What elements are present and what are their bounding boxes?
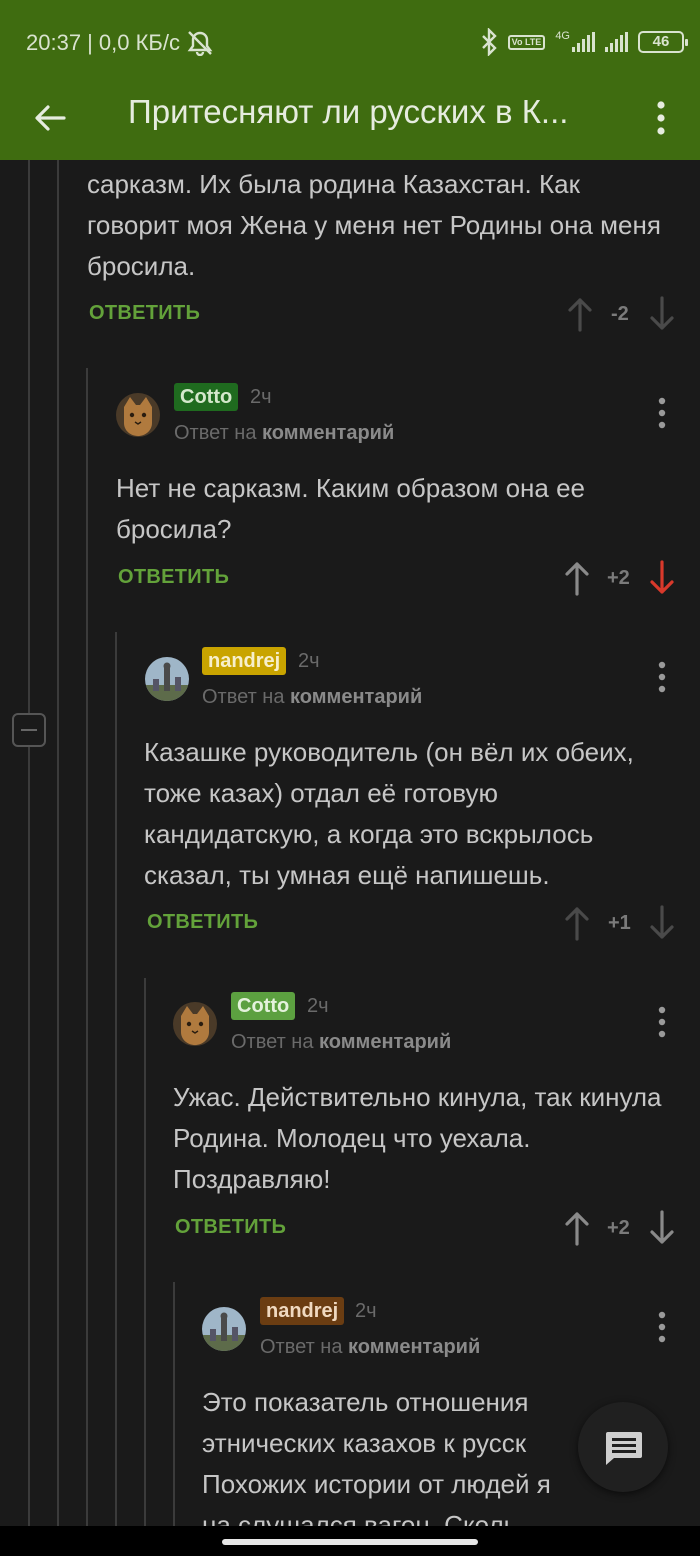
signal-icon-2 [605,32,628,52]
network-type: 4G [555,30,570,42]
comment-time: 2ч [250,386,272,408]
upvote-arrow-icon[interactable] [563,903,591,943]
comment-time: 2ч [307,995,329,1017]
comment-time: 2ч [355,1300,377,1322]
comment-score: -2 [611,303,629,325]
comment-menu-icon[interactable] [652,660,672,694]
comment-text: Нет не сарказм. Каким образом она ее бро… [116,473,586,544]
reply-to-prefix: Ответ на [231,1031,314,1053]
downvote-arrow-icon[interactable] [648,903,676,943]
mute-icon [187,31,213,56]
collapse-thread-icon[interactable] [12,713,46,747]
kebab-menu-icon[interactable] [646,96,676,140]
comment-text: Казашке руководитель (он вёл их обеих, т… [144,737,634,890]
comment-text: Это показатель отношения этнических каза… [202,1387,551,1526]
reply-to-target[interactable]: комментарий [262,422,394,444]
reply-to-target[interactable]: комментарий [290,686,422,708]
bluetooth-icon [481,28,497,56]
reply-to[interactable]: Ответ на комментарий [260,1336,480,1359]
reply-button[interactable]: ОТВЕТИТЬ [118,566,229,589]
battery-icon: 46 [638,31,688,53]
reply-to[interactable]: Ответ на комментарий [174,422,394,445]
upvote-arrow-icon[interactable] [563,1208,591,1248]
downvote-arrow-icon[interactable] [648,294,676,334]
signal-icon [572,32,595,52]
reply-to-target[interactable]: комментарий [319,1031,451,1053]
thread-line [115,632,117,1526]
comment-menu-icon[interactable] [652,396,672,430]
comment-text: сарказм. Их была родина Казахстан. Как г… [87,169,661,281]
status-speed: | 0,0 КБ/с [87,30,180,55]
reply-to-target[interactable]: комментарий [348,1336,480,1358]
username-badge[interactable]: nandrej [202,647,287,675]
username-badge[interactable]: nandrej [260,1297,345,1325]
comment-score: +2 [607,1217,630,1239]
upvote-arrow-icon[interactable] [566,294,594,334]
status-left: 20:37 | 0,0 КБ/с [26,30,214,56]
comment-menu-icon[interactable] [652,1005,672,1039]
downvote-arrow-icon[interactable] [648,1208,676,1248]
comment-icon [606,1432,642,1465]
avatar[interactable] [116,393,160,437]
reply-to[interactable]: Ответ на комментарий [202,686,422,709]
navigation-bar [0,1526,700,1556]
comment-time: 2ч [298,650,320,672]
volte-badge: Vo LTE [507,34,546,50]
thread-line [86,368,88,1526]
status-right: Vo LTE 4G 46 [480,28,688,56]
reply-button[interactable]: ОТВЕТИТЬ [89,302,200,325]
reply-to-prefix: Ответ на [202,686,285,708]
reply-to[interactable]: Ответ на комментарий [231,1031,451,1054]
avatar[interactable] [173,1002,217,1046]
avatar[interactable] [145,657,189,701]
reply-to-prefix: Ответ на [260,1336,343,1358]
reply-to-prefix: Ответ на [174,422,257,444]
username-badge[interactable]: Cotto [231,992,296,1020]
comment-score: +1 [608,912,631,934]
thread-line [28,160,30,1526]
downvote-arrow-icon[interactable] [648,558,676,598]
reply-button[interactable]: ОТВЕТИТЬ [147,911,258,934]
new-comment-button[interactable] [578,1402,668,1492]
comment-text: Ужас. Действительно кинула, так кинула Р… [173,1082,676,1194]
gesture-handle[interactable] [222,1539,478,1545]
app-bar: Притесняют ли русских в К... [0,82,700,160]
back-arrow-icon[interactable] [28,96,72,140]
page-title: Притесняют ли русских в К... [128,93,569,130]
thread-line [57,160,59,1526]
avatar[interactable] [202,1307,246,1351]
username-badge[interactable]: Cotto [174,383,239,411]
reply-button[interactable]: ОТВЕТИТЬ [175,1216,286,1239]
thread-line [173,1282,175,1526]
thread-line [144,978,146,1526]
status-bar: 20:37 | 0,0 КБ/с Vo LTE 4G 46 [0,0,700,82]
comment-menu-icon[interactable] [652,1310,672,1344]
comment-score: +2 [607,567,630,589]
status-time: 20:37 [26,30,82,55]
upvote-arrow-icon[interactable] [563,558,591,598]
